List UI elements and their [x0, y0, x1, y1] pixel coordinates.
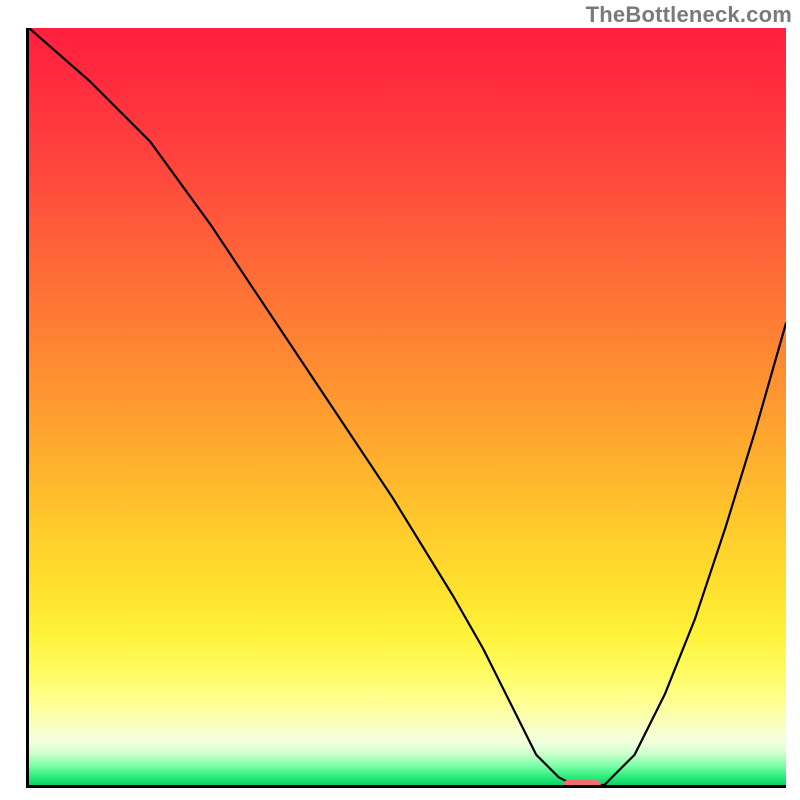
chart-container: TheBottleneck.com [0, 0, 800, 800]
plot-area [26, 28, 786, 788]
curve-path [29, 28, 786, 785]
bottleneck-curve [29, 28, 786, 785]
watermark-label: TheBottleneck.com [586, 2, 792, 28]
optimal-marker [563, 780, 601, 788]
